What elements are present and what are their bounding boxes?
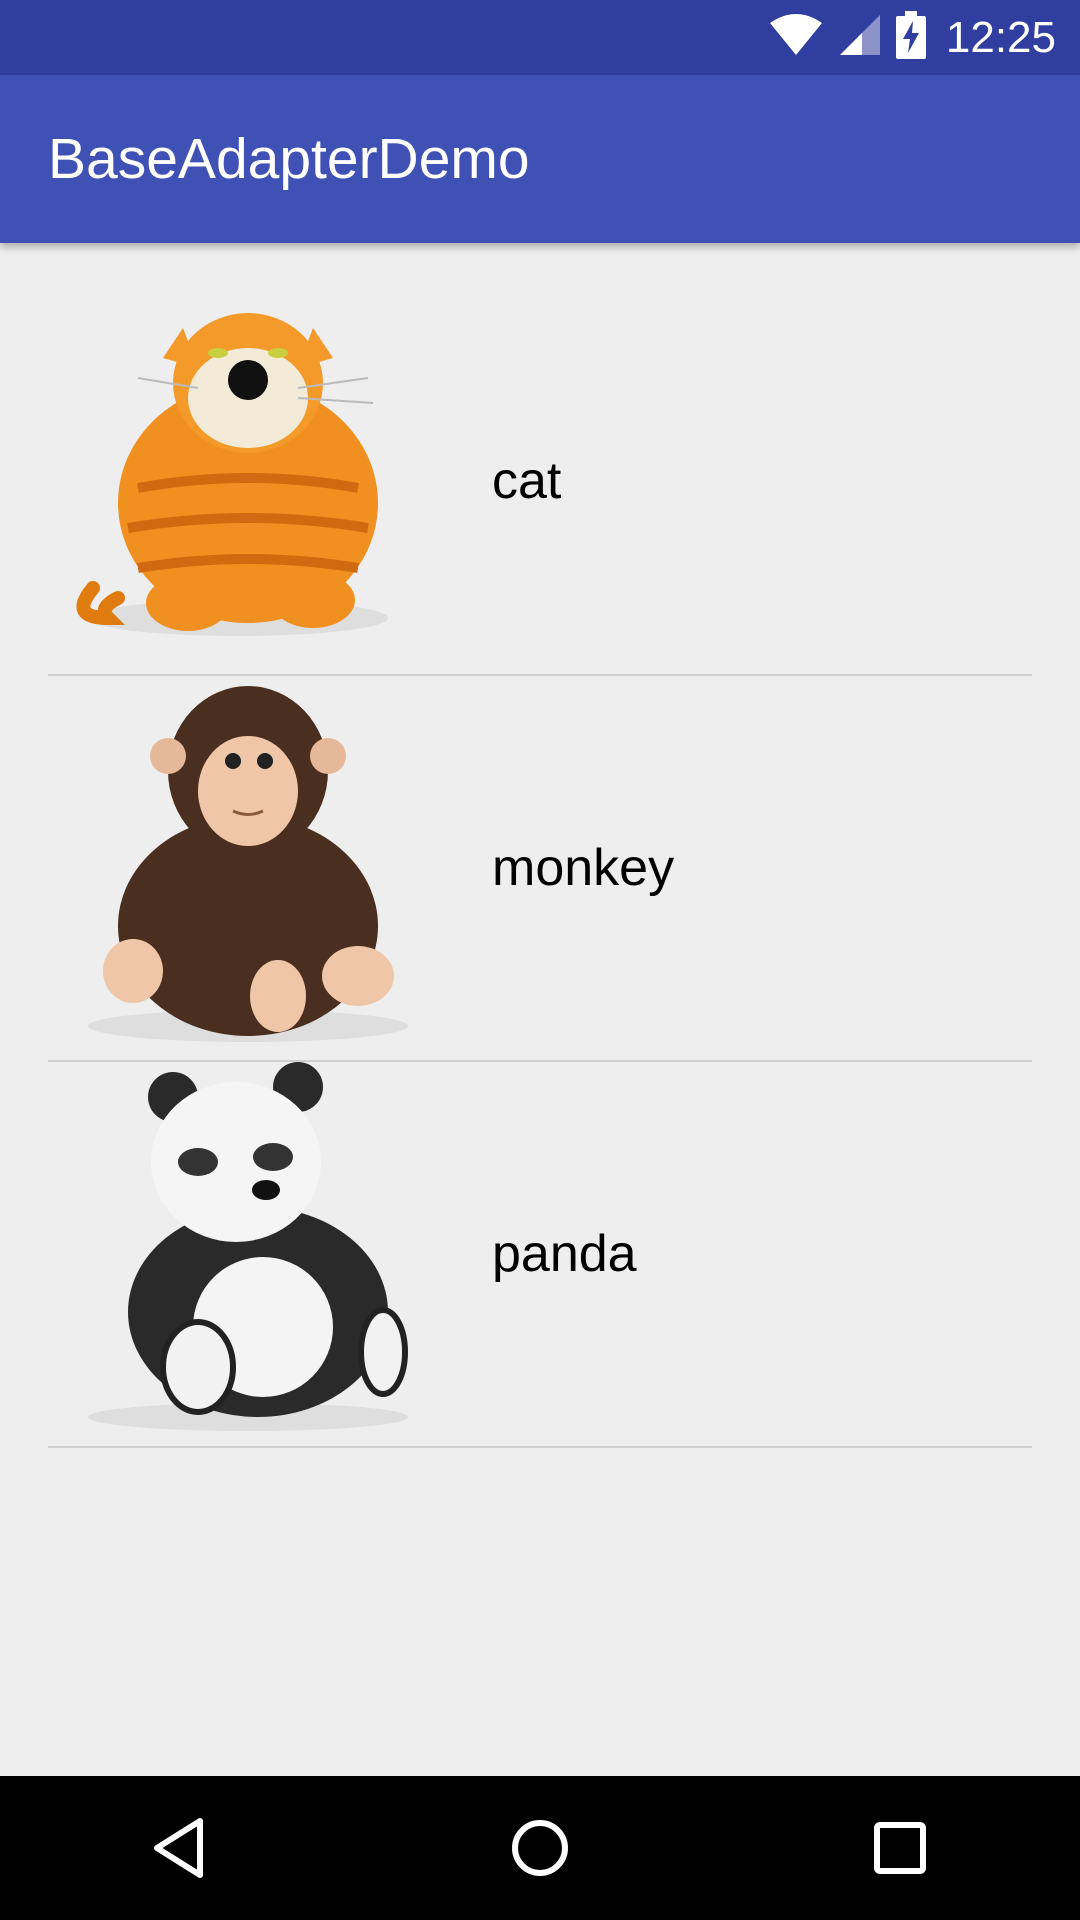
animal-list[interactable]: cat monkey panda bbox=[0, 243, 1080, 1448]
back-icon bbox=[154, 1818, 203, 1878]
status-time: 12:25 bbox=[945, 12, 1056, 62]
list-item[interactable]: panda bbox=[48, 1062, 1032, 1448]
status-bar: 12:25 bbox=[0, 0, 1080, 75]
list-item[interactable]: cat bbox=[48, 288, 1032, 676]
recents-button[interactable] bbox=[840, 1788, 960, 1908]
home-button[interactable] bbox=[480, 1788, 600, 1908]
list-item-label: cat bbox=[492, 452, 562, 510]
list-item-label: panda bbox=[492, 1225, 637, 1283]
list-item[interactable]: monkey bbox=[48, 676, 1032, 1062]
wifi-icon bbox=[768, 13, 824, 62]
cat-plush-image bbox=[48, 288, 438, 672]
monkey-plush-image bbox=[48, 676, 438, 1060]
cell-signal-icon bbox=[838, 13, 882, 62]
app-title: BaseAdapterDemo bbox=[48, 127, 530, 191]
panda-plush-image bbox=[48, 1062, 438, 1446]
home-icon bbox=[512, 1820, 568, 1876]
app-bar: BaseAdapterDemo bbox=[0, 75, 1080, 243]
battery-charging-icon bbox=[895, 11, 926, 64]
recents-icon bbox=[874, 1822, 926, 1874]
navigation-bar bbox=[0, 1776, 1080, 1920]
back-button[interactable] bbox=[120, 1788, 240, 1908]
list-item-label: monkey bbox=[492, 839, 675, 897]
status-icons: 12:25 bbox=[768, 0, 1056, 75]
